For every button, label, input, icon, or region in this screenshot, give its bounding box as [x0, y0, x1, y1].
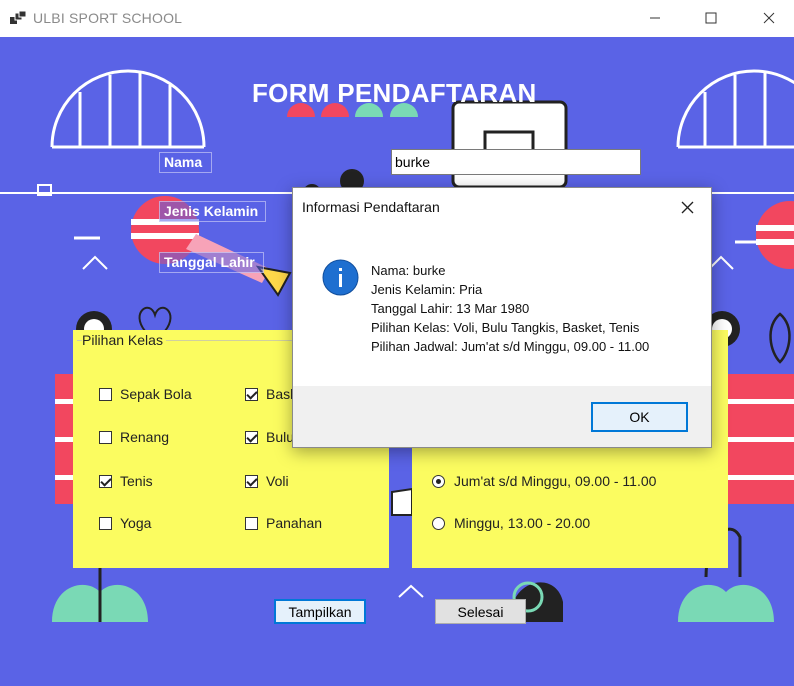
dialog-message: Nama: burke Jenis Kelamin: Pria Tanggal …: [371, 261, 649, 356]
checkbox-box[interactable]: [245, 430, 258, 444]
checkbox-label: Renang: [120, 429, 170, 445]
tampilkan-button[interactable]: Tampilkan: [274, 599, 366, 624]
radio-dot[interactable]: [432, 516, 445, 530]
radio-label: Minggu, 13.00 - 20.00: [454, 515, 591, 531]
checkbox-label: Voli: [266, 473, 289, 489]
ok-button[interactable]: OK: [591, 402, 688, 432]
checkbox-label: Yoga: [120, 515, 152, 531]
message-line-tanggal-lahir: Tanggal Lahir: 13 Mar 1980: [371, 301, 530, 316]
jenis-kelamin-label: Jenis Kelamin: [159, 201, 266, 222]
checkbox-yoga[interactable]: Yoga: [99, 515, 151, 531]
tanggal-lahir-label: Tanggal Lahir: [159, 252, 264, 273]
app-window-icon: [10, 11, 26, 24]
title-bar: ULBI SPORT SCHOOL: [0, 0, 794, 37]
checkbox-box[interactable]: [245, 474, 258, 488]
nama-input[interactable]: [391, 149, 641, 175]
checkbox-label: Tenis: [120, 473, 153, 489]
message-line-nama: Nama: burke: [371, 263, 446, 278]
dialog-close-button[interactable]: [673, 194, 701, 220]
radio-dot[interactable]: [432, 474, 445, 488]
message-line-pilihan-kelas: Pilihan Kelas: Voli, Bulu Tangkis, Baske…: [371, 320, 640, 335]
minimize-icon: [650, 17, 660, 19]
checkbox-box[interactable]: [245, 387, 258, 401]
pilihan-kelas-title: Pilihan Kelas: [82, 332, 166, 348]
checkbox-box[interactable]: [99, 516, 112, 530]
radio-label: Jum'at s/d Minggu, 09.00 - 11.00: [454, 473, 657, 489]
info-icon: [322, 259, 359, 296]
checkbox-renang[interactable]: Renang: [99, 429, 169, 445]
nama-label: Nama: [159, 152, 212, 173]
maximize-button[interactable]: [688, 0, 734, 36]
window-title: ULBI SPORT SCHOOL: [33, 10, 183, 26]
radio-minggu[interactable]: Minggu, 13.00 - 20.00: [432, 515, 590, 531]
checkbox-box[interactable]: [99, 430, 112, 444]
checkbox-box[interactable]: [245, 516, 258, 530]
checkbox-tenis[interactable]: Tenis: [99, 473, 153, 489]
close-window-button[interactable]: [746, 0, 792, 36]
info-dialog: Informasi Pendaftaran Nama: burke Jenis …: [292, 187, 712, 448]
checkbox-panahan[interactable]: Panahan: [245, 515, 322, 531]
checkbox-voli[interactable]: Voli: [245, 473, 289, 489]
message-line-jenis-kelamin: Jenis Kelamin: Pria: [371, 282, 483, 297]
form-title: FORM PENDAFTARAN: [252, 78, 537, 108]
checkbox-box[interactable]: [99, 387, 112, 401]
close-icon: [681, 201, 693, 213]
close-icon: [763, 12, 775, 24]
minimize-button[interactable]: [632, 0, 678, 36]
message-line-pilihan-jadwal: Pilihan Jadwal: Jum'at s/d Minggu, 09.00…: [371, 339, 650, 354]
maximize-icon: [705, 12, 717, 24]
dialog-footer: OK: [293, 386, 711, 447]
radio-jumat-minggu[interactable]: Jum'at s/d Minggu, 09.00 - 11.00: [432, 473, 656, 489]
checkbox-label: Sepak Bola: [120, 386, 192, 402]
selesai-button[interactable]: Selesai: [435, 599, 526, 624]
checkbox-sepak-bola[interactable]: Sepak Bola: [99, 386, 192, 402]
checkbox-box[interactable]: [99, 474, 112, 488]
checkbox-label: Panahan: [266, 515, 323, 531]
dialog-title: Informasi Pendaftaran: [302, 199, 440, 215]
